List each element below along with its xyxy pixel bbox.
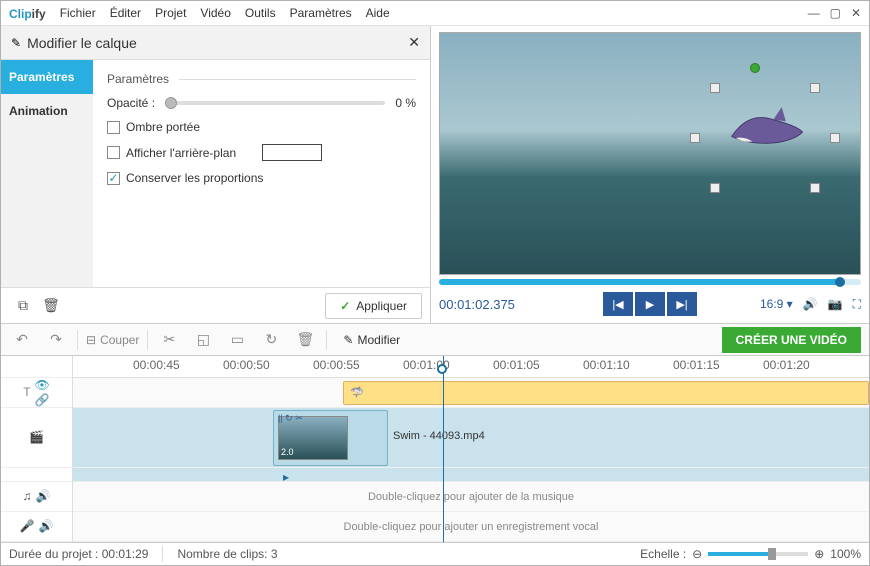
preview-time: 00:01:02.375: [439, 297, 515, 312]
crop-icon[interactable]: ◱: [190, 328, 216, 352]
tab-parametres[interactable]: Paramètres: [1, 60, 93, 94]
apply-button[interactable]: ✓Appliquer: [325, 293, 422, 319]
maximize-icon[interactable]: ▢: [830, 6, 841, 20]
aspect-label: Conserver les proportions: [126, 171, 263, 185]
resize-handle-tl[interactable]: [710, 83, 720, 93]
play-button[interactable]: ▶: [635, 292, 665, 316]
resize-handle-bl[interactable]: [710, 183, 720, 193]
panel-close-icon[interactable]: ✕: [408, 34, 420, 51]
menu-help[interactable]: Aide: [366, 6, 390, 20]
music-track[interactable]: Double-cliquez pour ajouter de la musiqu…: [73, 482, 869, 512]
zoom-in-button[interactable]: ⊕: [814, 547, 824, 561]
panel-title: Modifier le calque: [27, 35, 137, 51]
duration-label: Durée du projet : 00:01:29: [9, 547, 148, 561]
aspect-icon[interactable]: ▭: [224, 328, 250, 352]
music-track-icon: ♫: [23, 489, 32, 503]
menu-project[interactable]: Projet: [155, 6, 186, 20]
minimize-icon[interactable]: —: [808, 6, 820, 20]
zoom-value: 100%: [830, 547, 861, 561]
playhead[interactable]: [443, 356, 444, 542]
video-track-icon: 🎬: [29, 430, 44, 444]
text-track[interactable]: 🦈: [73, 378, 869, 408]
statusbar: Durée du projet : 00:01:29 Nombre de cli…: [1, 542, 869, 565]
menu-video[interactable]: Vidéo: [200, 6, 230, 20]
link-icon[interactable]: 🔗: [35, 393, 50, 407]
duplicate-button[interactable]: ⧉: [9, 293, 37, 319]
menu-settings[interactable]: Paramètres: [290, 6, 352, 20]
checkbox-background[interactable]: [107, 146, 120, 159]
fullscreen-icon[interactable]: ⛶: [853, 297, 861, 312]
layer-panel: ✎ Modifier le calque ✕ Paramètres Animat…: [1, 26, 431, 323]
resize-handle-mr[interactable]: [830, 133, 840, 143]
rotate-icon[interactable]: ↻: [258, 328, 284, 352]
scissors-icon[interactable]: ✂: [156, 328, 182, 352]
volume-icon[interactable]: 🔊: [803, 297, 818, 311]
tab-animation[interactable]: Animation: [1, 94, 93, 128]
time-ruler[interactable]: 00:00:4500:00:5000:00:5500:01:0000:01:05…: [73, 356, 869, 378]
modify-button[interactable]: ✎ Modifier: [335, 333, 408, 347]
checkbox-shadow[interactable]: [107, 121, 120, 134]
resize-handle-br[interactable]: [810, 183, 820, 193]
preview-pane: 00:01:02.375 |◀ ▶ ▶| 16:9 ▾ 🔊 📷 ⛶: [431, 26, 869, 323]
text-clip[interactable]: 🦈: [343, 381, 869, 405]
delete-button[interactable]: 🗑: [37, 293, 65, 319]
transition-track[interactable]: ▸: [73, 468, 869, 482]
timeline: T 👁🔗 🎬 ♫ 🔊 🎤 🔊 00:00:4500:00:5000:00:5500:0…: [1, 356, 869, 542]
video-track[interactable]: || ↻ ✂ 2.0 Swim - 44093.mp4: [73, 408, 869, 468]
snapshot-icon[interactable]: 📷: [828, 297, 843, 311]
mute-music-icon[interactable]: 🔊: [36, 489, 51, 503]
resize-handle-tr[interactable]: [810, 83, 820, 93]
opacity-slider[interactable]: [165, 101, 385, 105]
trash-icon[interactable]: 🗑: [292, 328, 318, 352]
opacity-value: 0 %: [395, 96, 416, 110]
menu-tools[interactable]: Outils: [245, 6, 276, 20]
bg-label: Afficher l'arrière-plan: [126, 146, 236, 160]
visibility-icon[interactable]: 👁: [35, 378, 50, 392]
cut-button[interactable]: ⊟ Couper: [86, 333, 139, 347]
menu-edit[interactable]: Éditer: [110, 6, 141, 20]
aspect-ratio-selector[interactable]: 16:9 ▾: [760, 297, 793, 311]
prev-frame-button[interactable]: |◀: [603, 292, 633, 316]
close-icon[interactable]: ✕: [851, 6, 861, 20]
bg-color-swatch[interactable]: [262, 144, 322, 161]
timeline-toolbar: ↶ ↷ ⊟ Couper ✂ ◱ ▭ ↻ 🗑 ✎ Modifier CRÉER …: [1, 324, 869, 355]
create-video-button[interactable]: CRÉER UNE VIDÉO: [722, 327, 861, 353]
menubar: Clipify Fichier Éditer Projet Vidéo Outi…: [1, 1, 869, 26]
menu-file[interactable]: Fichier: [60, 6, 96, 20]
clip-count: Nombre de clips: 3: [177, 547, 277, 561]
rotate-handle[interactable]: [750, 63, 760, 73]
video-preview[interactable]: [439, 32, 861, 275]
preview-scrubber[interactable]: [439, 279, 861, 285]
text-track-icon: T: [23, 385, 30, 399]
edit-icon: ✎: [11, 36, 21, 50]
scale-label: Echelle :: [640, 547, 686, 561]
undo-button[interactable]: ↶: [9, 328, 35, 352]
zoom-slider[interactable]: [708, 552, 808, 556]
opacity-label: Opacité :: [107, 96, 155, 110]
shadow-label: Ombre portée: [126, 120, 200, 134]
app-logo: Clipify: [9, 6, 46, 21]
checkbox-aspect[interactable]: ✓: [107, 172, 120, 185]
section-label: Paramètres: [107, 72, 169, 86]
resize-handle-ml[interactable]: [690, 133, 700, 143]
voice-track[interactable]: Double-cliquez pour ajouter un enregistr…: [73, 512, 869, 542]
zoom-out-button[interactable]: ⊖: [692, 547, 702, 561]
clip-label: Swim - 44093.mp4: [393, 430, 485, 442]
voice-track-icon: 🎤: [20, 519, 35, 533]
redo-button[interactable]: ↷: [43, 328, 69, 352]
mute-voice-icon[interactable]: 🔊: [39, 519, 54, 533]
video-clip[interactable]: || ↻ ✂ 2.0: [273, 410, 388, 466]
menu-items: Fichier Éditer Projet Vidéo Outils Param…: [60, 6, 390, 20]
shark-clipart[interactable]: [720, 103, 810, 153]
next-frame-button[interactable]: ▶|: [667, 292, 697, 316]
